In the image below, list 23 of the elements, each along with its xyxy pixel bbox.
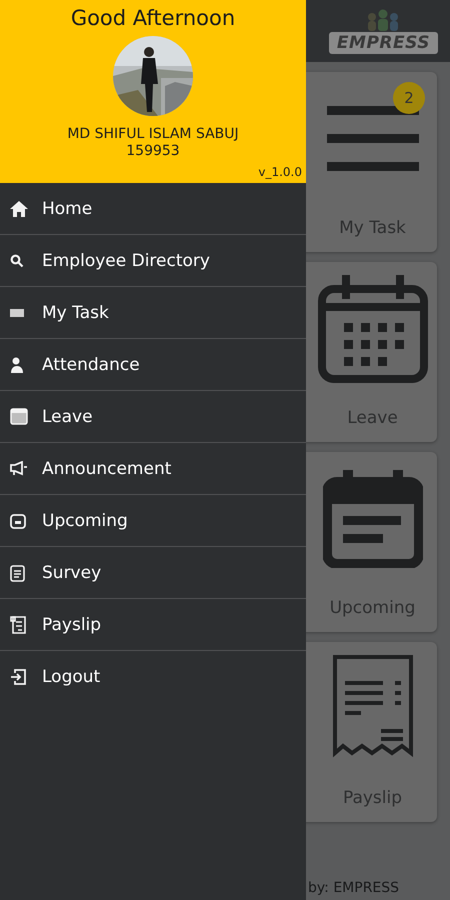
receipt-icon bbox=[10, 616, 26, 634]
drawer-menu-item[interactable]: Survey bbox=[0, 547, 306, 599]
drawer-menu-item[interactable]: Home bbox=[0, 183, 306, 235]
logo-text: EMPRESS bbox=[328, 32, 438, 54]
logout-icon bbox=[10, 669, 26, 685]
drawer-menu-item[interactable]: Employee Directory bbox=[0, 235, 306, 287]
drawer-menu-item[interactable]: Payslip bbox=[0, 599, 306, 651]
footer-text: by: EMPRESS bbox=[308, 880, 400, 896]
drawer-menu-item[interactable]: Upcoming bbox=[0, 495, 306, 547]
employee-id: 159953 bbox=[126, 143, 180, 159]
clipboard-icon bbox=[10, 564, 25, 582]
drawer-menu-item[interactable]: Announcement bbox=[0, 443, 306, 495]
bar-icon bbox=[10, 308, 24, 316]
count-badge: 2 bbox=[393, 82, 425, 114]
megaphone-icon bbox=[10, 461, 28, 476]
greeting: Good Afternoon bbox=[70, 6, 236, 30]
version-text: v_1.0.0 bbox=[258, 165, 302, 179]
search-icon bbox=[10, 254, 24, 268]
drawer-menu-item[interactable]: Leave bbox=[0, 391, 306, 443]
person-icon bbox=[10, 356, 24, 372]
drawer-menu-item[interactable]: My Task bbox=[0, 287, 306, 339]
home-icon bbox=[10, 200, 28, 216]
drawer-menu-item[interactable]: Attendance bbox=[0, 339, 306, 391]
